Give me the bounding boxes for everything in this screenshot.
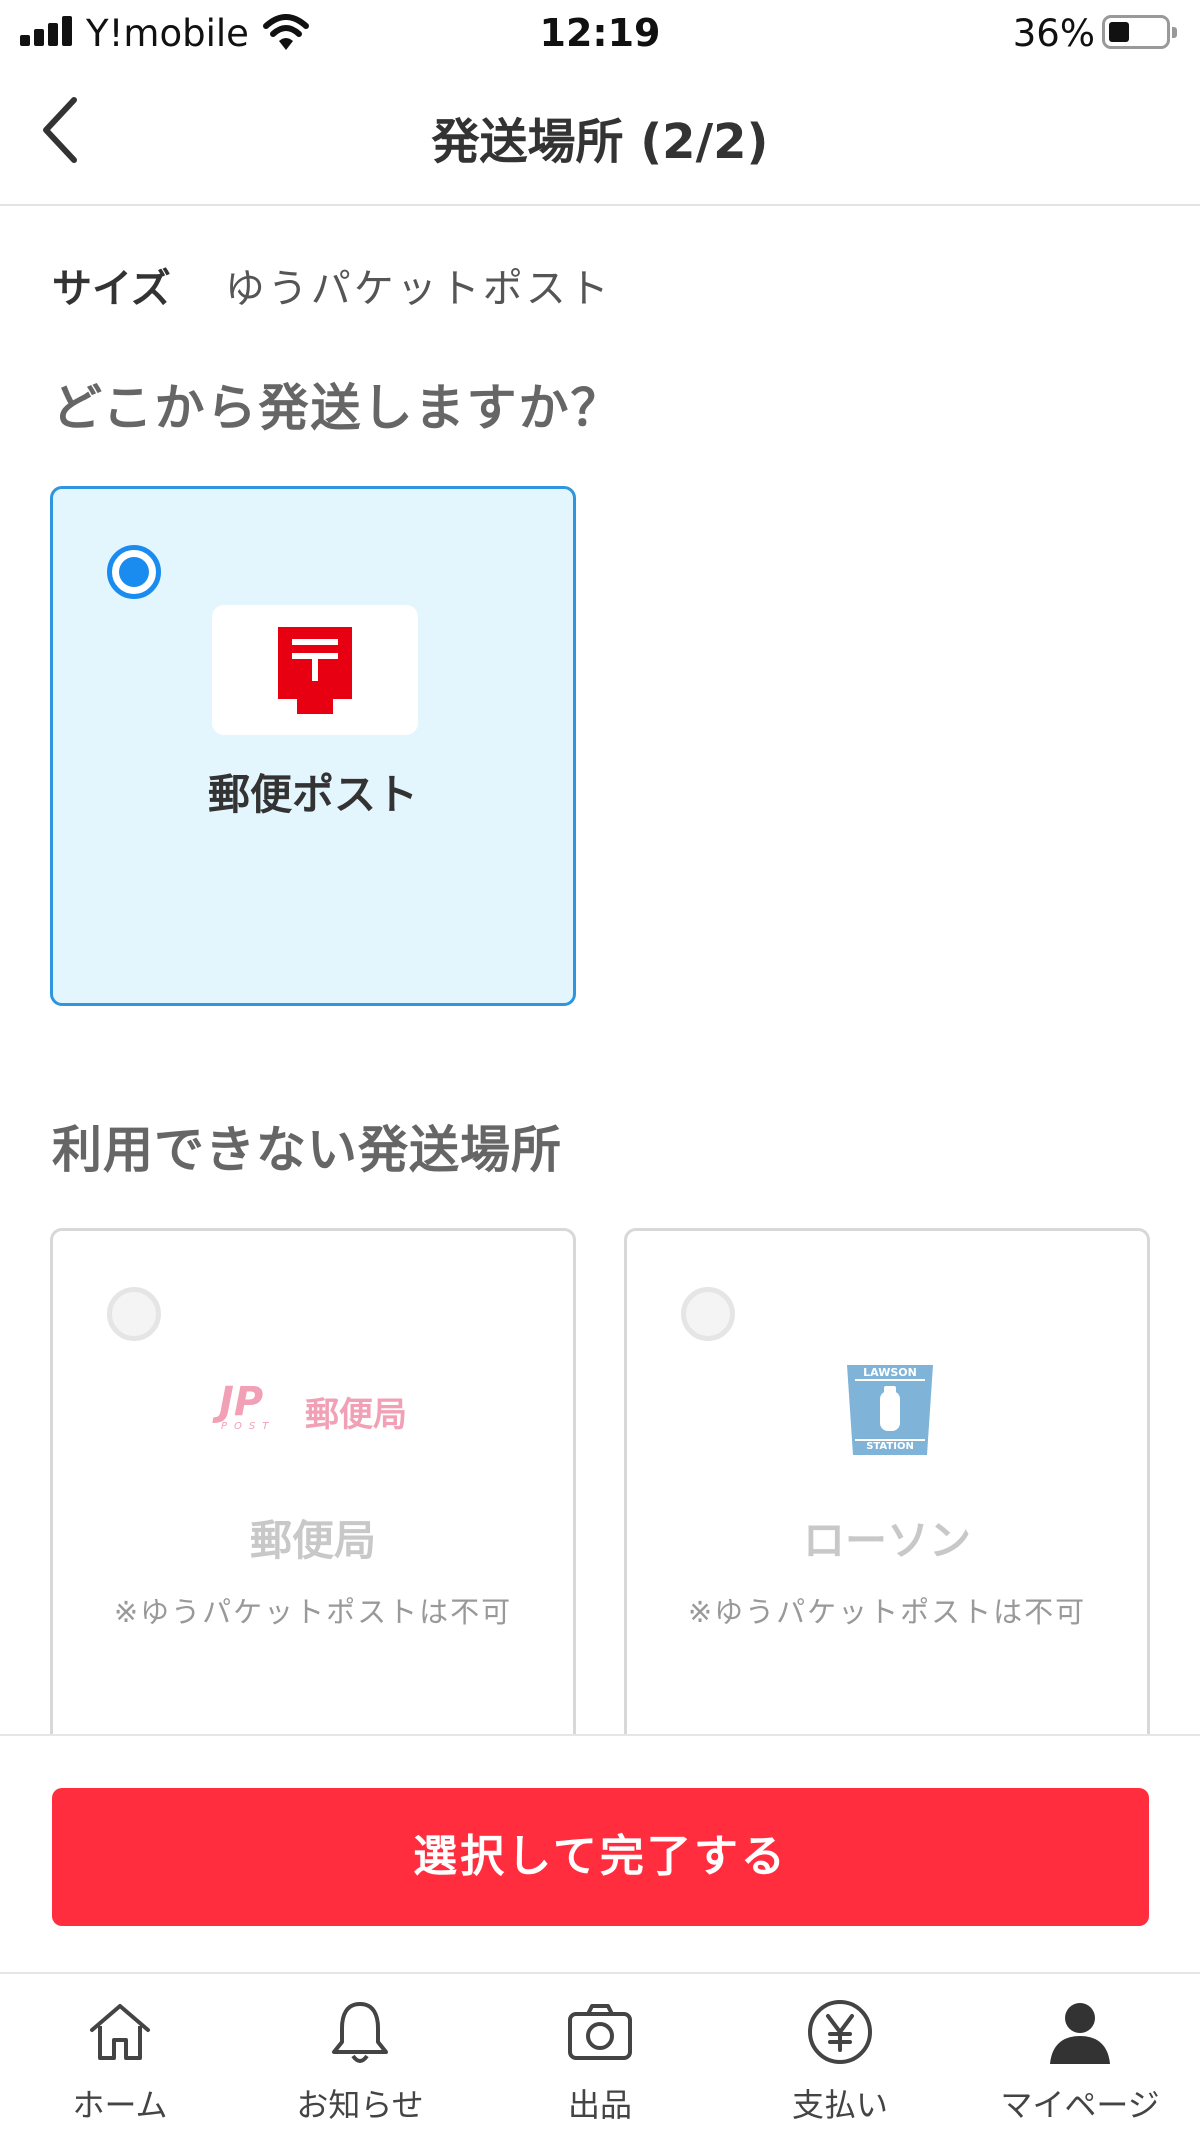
option-label: 郵便ポスト	[207, 770, 418, 819]
home-icon	[90, 2004, 150, 2060]
lawson-logo-top: LAWSON	[863, 1366, 917, 1379]
tab-home[interactable]: ホーム	[0, 1974, 240, 2134]
status-bar: Y!mobile 12:19 36%	[0, 0, 1200, 66]
tab-label: 支払い	[791, 2086, 888, 2124]
radio-disabled	[107, 1287, 161, 1341]
option-note: ※ゆうパケットポストは不可	[113, 1595, 513, 1629]
lawson-logo-bottom: STATION	[866, 1441, 914, 1452]
battery-percent: 36%	[1012, 12, 1095, 55]
person-icon	[1050, 2003, 1110, 2064]
japan-post-logo: JP POST 郵便局	[219, 1379, 429, 1437]
radio-disabled	[681, 1287, 735, 1341]
battery-icon	[1102, 15, 1177, 49]
tab-notifications[interactable]: お知らせ	[240, 1974, 480, 2134]
bell-icon	[332, 2002, 388, 2063]
tab-bar: ホーム お知らせ 出品 支払い マイページ	[0, 1972, 1200, 2134]
action-area: 選択して完了する	[0, 1734, 1200, 1974]
submit-button[interactable]: 選択して完了する	[52, 1788, 1149, 1926]
option-label: ローソン	[802, 1516, 971, 1565]
jp-logo-mark: JP	[219, 1379, 264, 1425]
option-card-lawson: LAWSON STATION ローソン ※ゆうパケットポストは不可	[624, 1228, 1150, 1788]
tab-sell[interactable]: 出品	[480, 1974, 720, 2134]
nav-header: 発送場所 (2/2)	[0, 66, 1200, 206]
lawson-logo: LAWSON STATION	[841, 1361, 939, 1459]
post-box-icon	[278, 627, 352, 714]
page-title: 発送場所 (2/2)	[431, 114, 769, 170]
battery-level	[1109, 22, 1129, 42]
tab-label: お知らせ	[296, 2086, 424, 2124]
tab-label: マイページ	[1000, 2086, 1160, 2124]
size-label: サイズ	[52, 266, 171, 312]
jp-logo-sub: POST	[221, 1421, 276, 1432]
page: Y!mobile 12:19 36% 発送場所 (2/2) サイズ ゆうパケットポ…	[0, 0, 1200, 2134]
unavailable-section-title: 利用できない発送場所	[52, 1121, 562, 1179]
tab-payment[interactable]: 支払い	[720, 1974, 960, 2134]
option-label: 郵便局	[249, 1516, 376, 1565]
jp-logo-text: 郵便局	[305, 1395, 407, 1435]
option-card-post-box[interactable]: 郵便ポスト	[50, 486, 576, 1006]
option-card-post-office: JP POST 郵便局 郵便局 ※ゆうパケットポストは不可	[50, 1228, 576, 1788]
radio-selected[interactable]	[107, 545, 161, 599]
option-note: ※ゆうパケットポストは不可	[687, 1595, 1087, 1629]
post-box-logo	[212, 605, 418, 735]
tab-label: 出品	[567, 2086, 632, 2124]
yen-icon	[808, 2000, 872, 2064]
tab-mypage[interactable]: マイページ	[960, 1974, 1200, 2134]
shipping-question: どこから発送しますか？	[52, 379, 623, 437]
size-value: ゆうパケットポスト	[224, 266, 612, 312]
size-row: サイズ ゆうパケットポスト	[52, 256, 612, 314]
tab-label: ホーム	[72, 2086, 168, 2124]
camera-icon	[568, 2004, 632, 2060]
